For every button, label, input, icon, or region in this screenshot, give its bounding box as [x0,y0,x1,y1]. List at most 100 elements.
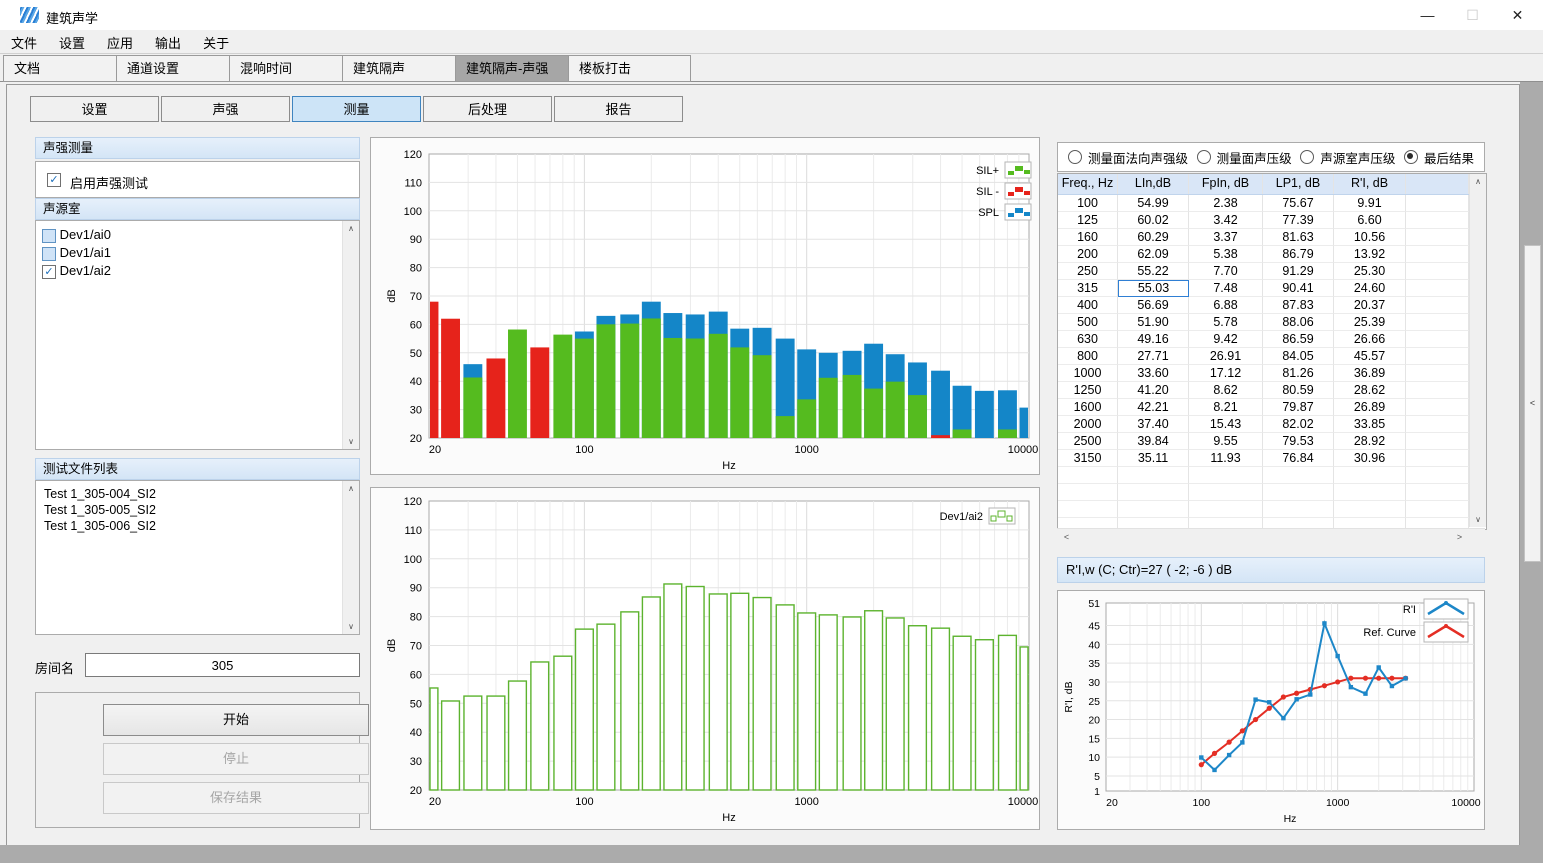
table-cell[interactable] [1406,382,1469,399]
test-file-item-0[interactable]: Test 1_305-004_SI2 [36,486,359,502]
start-button[interactable]: 开始 [103,704,369,736]
scroll-up-icon[interactable]: ∧ [1470,174,1486,189]
main-tab-1[interactable]: 通道设置 [116,55,239,82]
channel-checkbox[interactable] [42,229,56,243]
table-row[interactable]: 20062.095.3886.7913.92 [1058,246,1486,263]
scroll-left-icon[interactable]: < [1059,529,1074,545]
main-tab-2[interactable]: 混响时间 [229,55,352,82]
table-row[interactable]: 31555.037.4890.4124.60 [1058,280,1486,297]
table-cell[interactable] [1263,467,1334,484]
table-row[interactable]: 25055.227.7091.2925.30 [1058,263,1486,280]
table-cell[interactable]: 81.26 [1263,365,1334,382]
table-cell[interactable] [1263,484,1334,501]
table-cell[interactable]: 76.84 [1263,450,1334,467]
table-cell[interactable] [1406,501,1469,518]
main-tab-0[interactable]: 文档 [3,55,126,82]
table-cell[interactable]: 160 [1058,229,1118,246]
table-cell[interactable]: 27.71 [1118,348,1189,365]
table-cell[interactable] [1406,280,1469,297]
table-cell[interactable] [1058,467,1118,484]
channel-row-0[interactable]: Dev1/ai0 [36,226,359,244]
table-cell[interactable]: 9.42 [1189,331,1263,348]
table-row[interactable]: 10054.992.3875.679.91 [1058,195,1486,212]
test-file-item-2[interactable]: Test 1_305-006_SI2 [36,518,359,534]
main-tab-3[interactable]: 建筑隔声 [342,55,465,82]
table-cell[interactable]: 79.53 [1263,433,1334,450]
table-cell[interactable]: 25.30 [1334,263,1406,280]
table-cell[interactable] [1406,467,1469,484]
radio-icon[interactable] [1197,150,1211,164]
table-cell[interactable]: 5.78 [1189,314,1263,331]
table-cell[interactable] [1334,501,1406,518]
maximize-button[interactable]: ☐ [1450,0,1495,30]
table-cell[interactable]: 26.89 [1334,399,1406,416]
radio-icon[interactable] [1068,150,1082,164]
table-cell[interactable] [1406,450,1469,467]
table-cell[interactable] [1406,263,1469,280]
radio-option-2[interactable]: 声源室声压级 [1300,148,1395,167]
table-vscrollbar[interactable]: ∧ ∨ [1469,174,1486,527]
table-cell[interactable] [1334,467,1406,484]
sub-tab-3[interactable]: 后处理 [423,96,552,122]
table-cell[interactable]: 91.29 [1263,263,1334,280]
sub-tab-0[interactable]: 设置 [30,96,159,122]
test-file-item-1[interactable]: Test 1_305-005_SI2 [36,502,359,518]
table-cell[interactable]: 35.11 [1118,450,1189,467]
enable-intensity-checkbox[interactable]: ✓ [47,173,61,187]
radio-icon[interactable] [1404,150,1418,164]
table-cell[interactable]: 13.92 [1334,246,1406,263]
table-row[interactable]: 50051.905.7888.0625.39 [1058,314,1486,331]
table-cell[interactable]: 84.05 [1263,348,1334,365]
scroll-down-icon[interactable]: ∨ [343,619,359,634]
table-cell[interactable]: 33.60 [1118,365,1189,382]
table-cell[interactable]: 6.60 [1334,212,1406,229]
table-cell[interactable] [1058,484,1118,501]
radio-icon[interactable] [1300,150,1314,164]
stop-button[interactable]: 停止 [103,743,369,775]
table-cell[interactable] [1118,501,1189,518]
table-row[interactable] [1058,501,1486,518]
table-cell[interactable]: 1250 [1058,382,1118,399]
table-cell[interactable] [1118,467,1189,484]
table-cell[interactable]: 17.12 [1189,365,1263,382]
save-results-button[interactable]: 保存结果 [103,782,369,814]
table-row[interactable]: 80027.7126.9184.0545.57 [1058,348,1486,365]
table-cell[interactable] [1406,212,1469,229]
table-cell[interactable]: 3150 [1058,450,1118,467]
table-cell[interactable]: 11.93 [1189,450,1263,467]
table-cell[interactable]: 630 [1058,331,1118,348]
table-cell[interactable]: 100 [1058,195,1118,212]
table-cell[interactable]: 42.21 [1118,399,1189,416]
table-row[interactable]: 125041.208.6280.5928.62 [1058,382,1486,399]
table-cell[interactable]: 30.96 [1334,450,1406,467]
table-cell[interactable] [1334,484,1406,501]
channel-listbox[interactable]: Dev1/ai0 Dev1/ai1✓ Dev1/ai2 ∧ ∨ [35,220,360,450]
scroll-right-icon[interactable]: > [1452,529,1467,545]
channel-row-2[interactable]: ✓ Dev1/ai2 [36,262,359,280]
table-cell[interactable]: 24.60 [1334,280,1406,297]
scroll-up-icon[interactable]: ∧ [343,481,359,496]
table-cell[interactable]: 315 [1058,280,1118,297]
table-cell[interactable]: 88.06 [1263,314,1334,331]
table-cell[interactable]: 26.91 [1189,348,1263,365]
main-tab-4[interactable]: 建筑隔声-声强 [455,55,578,82]
table-cell[interactable]: 51.90 [1118,314,1189,331]
file-list-scrollbar[interactable]: ∧ ∨ [342,481,359,634]
table-row[interactable] [1058,484,1486,501]
table-cell[interactable]: 400 [1058,297,1118,314]
table-cell[interactable]: 9.55 [1189,433,1263,450]
table-cell[interactable]: 90.41 [1263,280,1334,297]
sub-tab-1[interactable]: 声强 [161,96,290,122]
table-cell[interactable] [1118,484,1189,501]
table-cell[interactable]: 5.38 [1189,246,1263,263]
table-cell[interactable]: 2.38 [1189,195,1263,212]
table-cell[interactable]: 500 [1058,314,1118,331]
table-cell[interactable]: 60.29 [1118,229,1189,246]
legend-icon-SIL -[interactable] [1005,183,1031,199]
table-cell[interactable]: 8.62 [1189,382,1263,399]
table-cell[interactable]: 62.09 [1118,246,1189,263]
table-cell[interactable]: 15.43 [1189,416,1263,433]
table-cell[interactable] [1058,501,1118,518]
table-cell[interactable]: 56.69 [1118,297,1189,314]
table-cell[interactable] [1406,195,1469,212]
